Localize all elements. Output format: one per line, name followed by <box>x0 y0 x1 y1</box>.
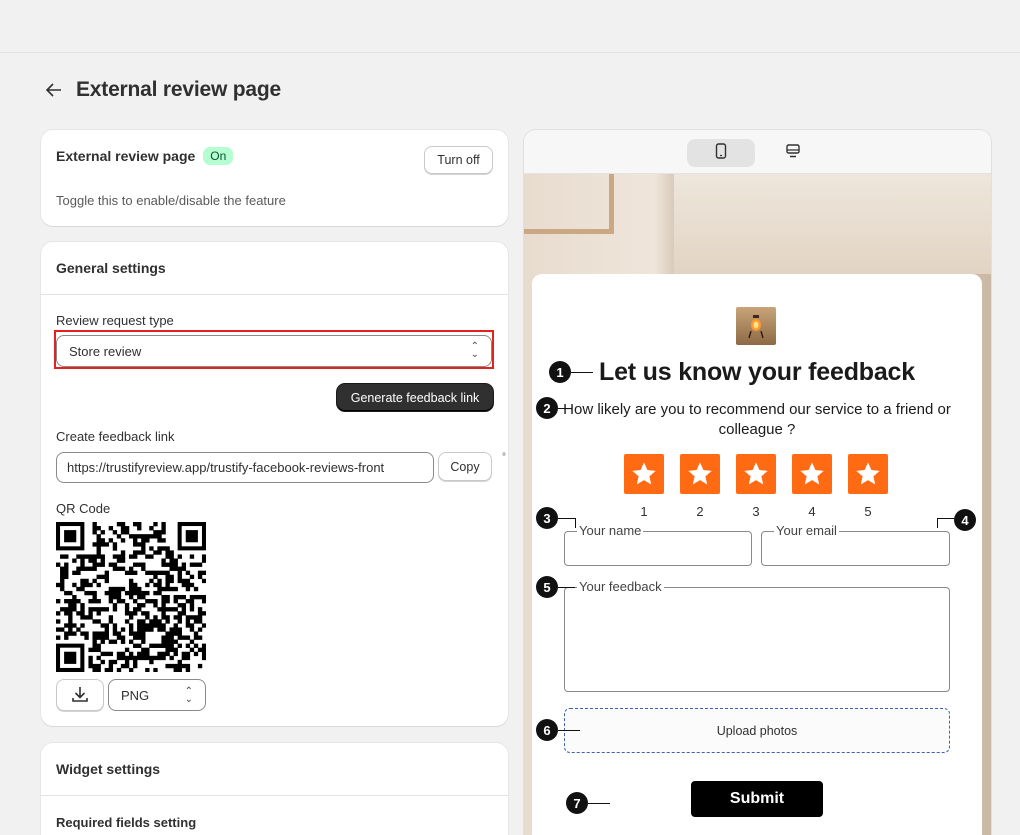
rating-number: 1 <box>640 504 648 519</box>
rating-number: 3 <box>752 504 760 519</box>
widget-settings-title: Widget settings <box>56 761 161 777</box>
general-settings-title: General settings <box>56 260 166 276</box>
desktop-view-button[interactable] <box>759 139 827 167</box>
rating-option[interactable]: 2 <box>680 454 720 519</box>
submit-button[interactable]: Submit <box>691 781 823 817</box>
review-type-select[interactable]: Store review ⌃ ⌄ <box>56 335 492 367</box>
callout-marker: 7 <box>566 792 588 814</box>
rating-option[interactable]: 4 <box>792 454 832 519</box>
upload-photos-button[interactable]: Upload photos <box>564 708 950 753</box>
callout-line <box>588 803 610 804</box>
rating-option[interactable]: 1 <box>624 454 664 519</box>
generate-feedback-link-button[interactable]: Generate feedback link <box>337 384 493 411</box>
star-icon[interactable] <box>624 454 664 494</box>
device-toggle-bar <box>524 130 991 174</box>
callout-marker: 1 <box>549 361 571 383</box>
name-field[interactable]: Your name <box>564 523 752 566</box>
feedback-label: Your feedback <box>577 579 664 595</box>
qr-code-label: QR Code <box>56 501 111 516</box>
rating-stars: 1 2 3 4 5 <box>624 454 888 519</box>
callout-line <box>571 372 593 373</box>
name-label: Your name <box>577 523 644 539</box>
callout-line <box>558 408 568 409</box>
star-icon[interactable] <box>792 454 832 494</box>
email-field[interactable]: Your email <box>761 523 950 566</box>
top-bar <box>0 0 1020 53</box>
required-fields-label: Required fields setting <box>56 815 197 830</box>
feature-description: Toggle this to enable/disable the featur… <box>56 193 286 208</box>
callout-marker: 6 <box>536 719 558 741</box>
email-label: Your email <box>774 523 839 539</box>
format-select[interactable]: PNG ⌃ ⌄ <box>108 679 206 711</box>
form-title: Let us know your feedback <box>599 358 915 386</box>
background-photo-detail <box>674 174 991 274</box>
star-icon[interactable] <box>848 454 888 494</box>
format-value: PNG <box>121 687 150 703</box>
callout-line <box>575 518 576 528</box>
feature-toggle-card: External review page On Turn off Toggle … <box>41 130 508 226</box>
feedback-link-input[interactable]: https://trustifyreview.app/trustify-face… <box>56 452 434 483</box>
review-type-label: Review request type <box>56 313 174 328</box>
arrow-left-icon[interactable] <box>46 78 66 102</box>
copy-button[interactable]: Copy <box>438 452 492 481</box>
star-icon[interactable] <box>736 454 776 494</box>
chevron-up-down-icon: ⌃ ⌄ <box>470 341 479 360</box>
chevron-up-down-icon: ⌃ ⌄ <box>184 686 193 705</box>
general-settings-card: General settings Review request type Sto… <box>41 242 508 726</box>
callout-line <box>558 730 580 731</box>
rating-number: 2 <box>696 504 704 519</box>
feedback-textarea[interactable]: Your feedback <box>564 579 950 692</box>
callout-line <box>558 587 575 588</box>
feedback-link-label: Create feedback link <box>56 429 175 444</box>
widget-settings-card: Widget settings Required fields setting <box>41 743 508 835</box>
stray-mark: ° <box>502 452 506 463</box>
callout-marker: 2 <box>536 397 558 419</box>
rating-number: 4 <box>808 504 816 519</box>
callout-line <box>937 518 954 519</box>
feature-title: External review page <box>56 148 196 164</box>
callout-marker: 4 <box>954 509 976 531</box>
rating-option[interactable]: 3 <box>736 454 776 519</box>
mobile-icon <box>715 142 727 164</box>
turn-off-button[interactable]: Turn off <box>424 146 493 174</box>
preview-panel: Let us know your feedback How likely are… <box>524 130 991 835</box>
callout-marker: 5 <box>536 576 558 598</box>
download-button[interactable] <box>56 679 104 711</box>
mobile-view-button[interactable] <box>687 139 755 167</box>
background-frame <box>524 174 614 234</box>
divider <box>41 294 508 295</box>
callout-line <box>558 518 575 519</box>
desktop-icon <box>786 143 800 163</box>
rating-option[interactable]: 5 <box>848 454 888 519</box>
qr-code <box>56 522 206 672</box>
divider <box>41 795 508 796</box>
page-header: External review page <box>46 78 281 102</box>
review-type-value: Store review <box>69 343 142 359</box>
page-title: External review page <box>76 78 281 101</box>
download-icon <box>71 685 89 706</box>
status-badge: On <box>203 147 234 165</box>
store-logo <box>736 307 776 345</box>
star-icon[interactable] <box>680 454 720 494</box>
feedback-form: Let us know your feedback How likely are… <box>532 274 982 835</box>
rating-number: 5 <box>864 504 872 519</box>
callout-marker: 3 <box>536 507 558 529</box>
callout-line <box>937 518 938 528</box>
rating-question: How likely are you to recommend our serv… <box>563 401 951 438</box>
